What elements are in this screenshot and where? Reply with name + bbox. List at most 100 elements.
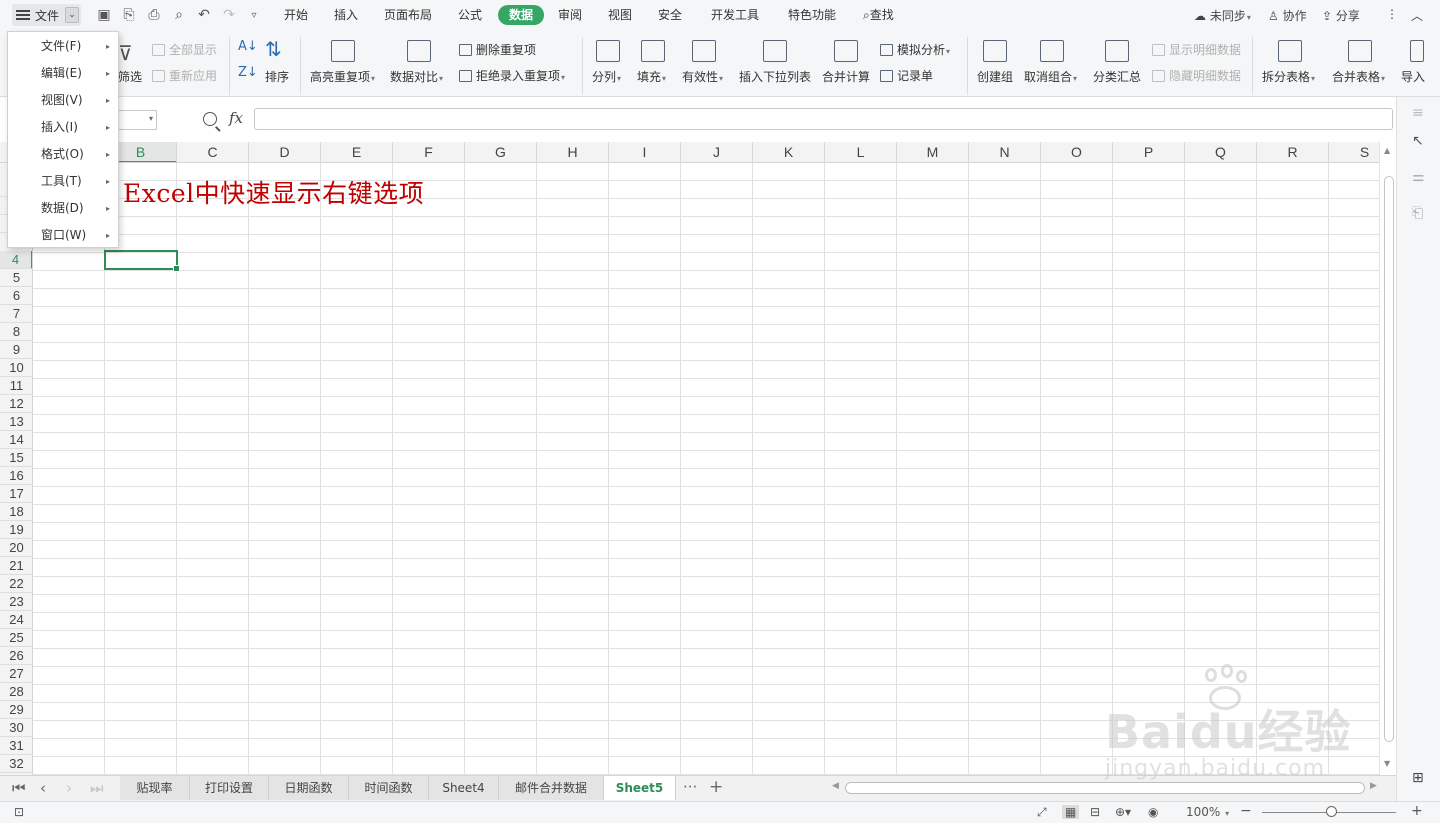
row-header[interactable]: 32 bbox=[0, 755, 32, 773]
page-break-view-icon[interactable]: ⊟ bbox=[1090, 805, 1100, 819]
row-header[interactable]: 24 bbox=[0, 611, 32, 629]
row-header[interactable]: 18 bbox=[0, 503, 32, 521]
column-header[interactable]: H bbox=[537, 142, 609, 162]
tab-insert[interactable]: 插入 bbox=[334, 6, 358, 24]
normal-view-icon[interactable]: ▦ bbox=[1062, 805, 1080, 819]
merge-table-button[interactable]: 合并表格▾ bbox=[1332, 68, 1385, 85]
insert-dropdown-button[interactable]: 插入下拉列表 bbox=[739, 68, 811, 85]
fullscreen-icon[interactable]: ⤢ bbox=[1037, 805, 1047, 820]
row-header[interactable]: 27 bbox=[0, 665, 32, 683]
tab-home[interactable]: 开始 bbox=[284, 6, 308, 24]
reject-duplicates-button[interactable]: 拒绝录入重复项▾ bbox=[459, 67, 565, 84]
sheet-tab[interactable]: 打印设置 bbox=[190, 776, 269, 800]
zoom-out-icon[interactable]: − bbox=[1240, 803, 1252, 819]
chevron-down-icon[interactable]: ▾ bbox=[149, 114, 153, 123]
sort-desc-icon[interactable]: Z↓ bbox=[238, 65, 258, 80]
fill-button[interactable]: 填充▾ bbox=[637, 68, 666, 85]
row-header[interactable]: 8 bbox=[0, 323, 32, 341]
row-header[interactable]: 23 bbox=[0, 593, 32, 611]
record-form-button[interactable]: 记录单 bbox=[880, 67, 933, 84]
tab-review[interactable]: 审阅 bbox=[558, 6, 582, 24]
tab-page-layout[interactable]: 页面布局 bbox=[384, 6, 432, 24]
row-header[interactable]: 29 bbox=[0, 701, 32, 719]
zoom-formula-icon[interactable] bbox=[203, 112, 217, 126]
column-header[interactable]: K bbox=[753, 142, 825, 162]
menu-item[interactable]: 视图(V) ▸ bbox=[8, 87, 118, 114]
sheet-tab[interactable]: 贴现率 bbox=[120, 776, 190, 800]
validity-button[interactable]: 有效性▾ bbox=[682, 68, 723, 85]
redo-icon[interactable]: ↷ bbox=[220, 6, 238, 24]
row-header[interactable]: 12 bbox=[0, 395, 32, 413]
split-table-button[interactable]: 拆分表格▾ bbox=[1262, 68, 1315, 85]
sort-button[interactable]: 排序 bbox=[265, 68, 289, 85]
formula-input[interactable] bbox=[254, 108, 1393, 130]
zoom-level[interactable]: 100% ▾ bbox=[1186, 805, 1229, 819]
scroll-right-icon[interactable]: ▶ bbox=[1370, 781, 1377, 791]
column-header[interactable]: P bbox=[1113, 142, 1185, 162]
highlight-duplicates-button[interactable]: 高亮重复项▾ bbox=[310, 68, 375, 85]
column-header[interactable]: I bbox=[609, 142, 681, 162]
row-header[interactable]: 5 bbox=[0, 269, 32, 287]
reapply-button[interactable]: 重新应用 bbox=[152, 67, 217, 84]
menu-item[interactable]: 工具(T) ▸ bbox=[8, 168, 118, 195]
more-sheets-icon[interactable]: ··· bbox=[683, 778, 697, 796]
tab-formulas[interactable]: 公式 bbox=[458, 6, 482, 24]
column-header[interactable]: Q bbox=[1185, 142, 1257, 162]
name-box[interactable]: ▾ bbox=[117, 110, 157, 130]
column-header[interactable]: S bbox=[1329, 142, 1379, 162]
save-icon[interactable]: ▣ bbox=[95, 6, 113, 24]
row-header[interactable]: 26 bbox=[0, 647, 32, 665]
search-button[interactable]: ⌕查找 bbox=[863, 6, 894, 24]
horizontal-scrollbar[interactable] bbox=[845, 782, 1365, 794]
filter-button[interactable]: 筛选 bbox=[118, 68, 142, 85]
selected-cell-b4[interactable] bbox=[104, 250, 180, 272]
tab-features[interactable]: 特色功能 bbox=[788, 6, 836, 24]
sheet-tab[interactable]: 时间函数 bbox=[349, 776, 429, 800]
column-header[interactable]: J bbox=[681, 142, 753, 162]
row-header[interactable]: 10 bbox=[0, 359, 32, 377]
print-icon[interactable]: ⎙ bbox=[145, 6, 163, 24]
sort-asc-icon[interactable]: A↓ bbox=[238, 39, 258, 54]
row-header[interactable]: 31 bbox=[0, 737, 32, 755]
column-header[interactable]: R bbox=[1257, 142, 1329, 162]
collaborate-button[interactable]: ♙ 协作 bbox=[1268, 7, 1307, 24]
row-header[interactable]: 7 bbox=[0, 305, 32, 323]
import-button[interactable]: 导入 bbox=[1401, 68, 1425, 85]
tab-developer[interactable]: 开发工具 bbox=[711, 6, 759, 24]
next-sheet-icon[interactable]: › bbox=[66, 779, 72, 797]
data-compare-button[interactable]: 数据对比▾ bbox=[390, 68, 443, 85]
sheet-tab[interactable]: Sheet4 bbox=[429, 776, 499, 800]
row-header[interactable]: 17 bbox=[0, 485, 32, 503]
share-button[interactable]: ⇪ 分享 bbox=[1322, 7, 1360, 24]
row-header[interactable]: 4 bbox=[0, 251, 32, 269]
file-menu-button[interactable]: 文件 ⌄ bbox=[12, 4, 81, 26]
row-header[interactable]: 9 bbox=[0, 341, 32, 359]
print-preview-icon[interactable]: ⌕ bbox=[170, 6, 188, 24]
merge-calc-button[interactable]: 合并计算 bbox=[822, 68, 870, 85]
add-sheet-icon[interactable]: + bbox=[709, 777, 723, 797]
column-header[interactable]: C bbox=[177, 142, 249, 162]
macro-record-icon[interactable]: ⊡ bbox=[14, 805, 24, 819]
row-header[interactable]: 30 bbox=[0, 719, 32, 737]
row-header[interactable]: 20 bbox=[0, 539, 32, 557]
column-header[interactable]: L bbox=[825, 142, 897, 162]
menu-item[interactable]: 格式(O) ▸ bbox=[8, 141, 118, 168]
hide-detail-button[interactable]: 隐藏明细数据 bbox=[1152, 67, 1241, 84]
menu-item[interactable]: 编辑(E) ▸ bbox=[8, 60, 118, 87]
chevron-down-icon[interactable]: ⌄ bbox=[65, 7, 79, 23]
last-sheet-icon[interactable]: ⏭ bbox=[90, 779, 104, 797]
sheet-tab[interactable]: 邮件合并数据 bbox=[499, 776, 604, 800]
page-layout-view-icon[interactable]: ⊕▾ bbox=[1115, 805, 1131, 819]
backup-icon[interactable]: ⎗ bbox=[1412, 205, 1426, 221]
column-header[interactable]: G bbox=[465, 142, 537, 162]
row-header[interactable]: 21 bbox=[0, 557, 32, 575]
row-header[interactable]: 28 bbox=[0, 683, 32, 701]
row-header[interactable]: 14 bbox=[0, 431, 32, 449]
create-group-button[interactable]: 创建组 bbox=[977, 68, 1013, 85]
column-header[interactable]: N bbox=[969, 142, 1041, 162]
export-icon[interactable]: ⎘ bbox=[120, 6, 138, 24]
panel-menu-icon[interactable]: ≡ bbox=[1412, 105, 1426, 121]
column-header[interactable]: M bbox=[897, 142, 969, 162]
show-all-button[interactable]: 全部显示 bbox=[152, 41, 217, 58]
delete-duplicates-button[interactable]: 删除重复项 bbox=[459, 41, 536, 58]
